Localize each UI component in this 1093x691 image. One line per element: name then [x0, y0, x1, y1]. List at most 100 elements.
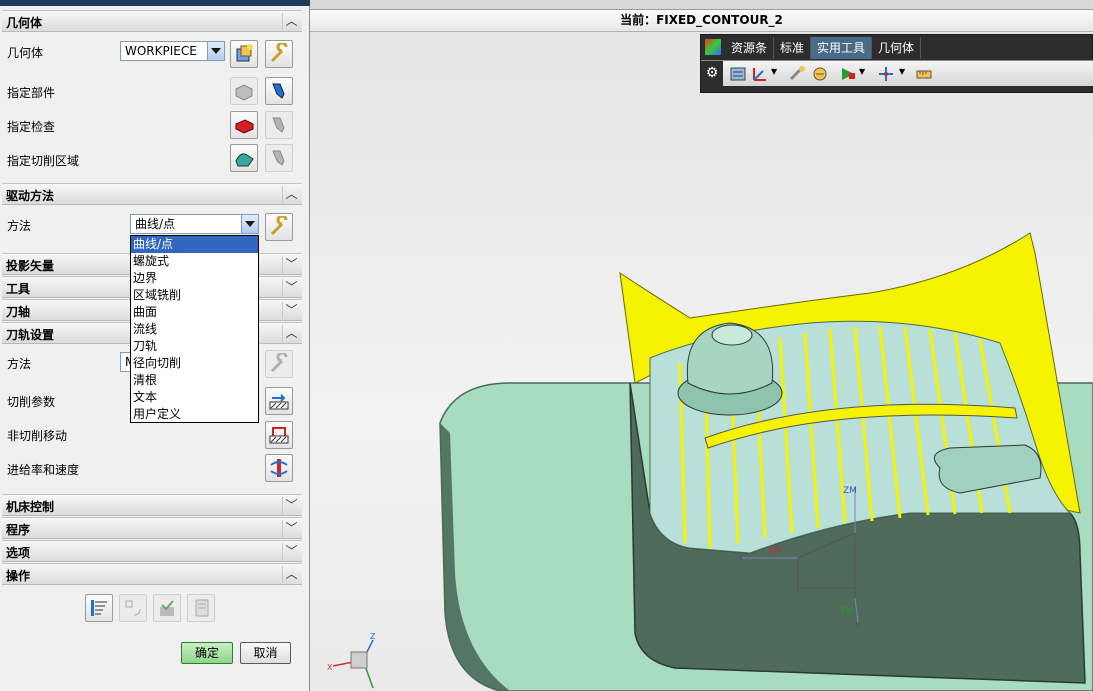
list-icon: [195, 599, 209, 617]
non-cut-moves-label: 非切削移动: [7, 429, 68, 443]
drive-method-option[interactable]: 螺旋式: [131, 253, 258, 270]
chevron-up-icon[interactable]: ︿: [282, 186, 300, 203]
xm-axis-label: XM: [768, 546, 782, 556]
drive-method-option[interactable]: 刀轨: [131, 338, 258, 355]
display-cut-area-button[interactable]: [265, 144, 293, 172]
cut-params-button[interactable]: [265, 387, 293, 415]
chevron-down-icon[interactable]: ▼: [771, 67, 777, 76]
section-machine-control[interactable]: 机床控制 ﹀: [2, 494, 302, 516]
specify-cut-area-button[interactable]: [230, 144, 258, 172]
measure-icon[interactable]: [789, 65, 807, 83]
feeds-speeds-label: 进给率和速度: [7, 463, 80, 477]
chevron-down-icon[interactable]: ﹀: [282, 543, 300, 560]
cut-area-icon: [235, 153, 254, 167]
ym-axis-label: YM: [839, 606, 853, 616]
drive-method-option[interactable]: 清根: [131, 372, 258, 389]
cancel-button[interactable]: 取消: [240, 642, 291, 664]
section-tool-axis-label: 刀轴: [6, 305, 31, 319]
geometry-select-value: WORKPIECE: [125, 44, 197, 58]
chevron-down-icon[interactable]: ﹀: [282, 520, 300, 537]
tab-standard[interactable]: 标准: [774, 37, 812, 59]
edit-drive-method-button[interactable]: [265, 213, 293, 241]
drive-method-option[interactable]: 曲面: [131, 304, 258, 321]
chevron-up-icon[interactable]: ︿: [282, 13, 300, 30]
part-icon: [235, 84, 253, 101]
wrench-icon: [270, 43, 288, 63]
generate-button[interactable]: [85, 594, 113, 622]
section-actions[interactable]: 操作 ︿: [2, 563, 302, 585]
section-drive-method[interactable]: 驱动方法 ︿: [2, 183, 302, 205]
specify-check-button[interactable]: [230, 111, 258, 139]
section-geometry[interactable]: 几何体 ︿: [2, 10, 302, 32]
wcs-icon[interactable]: [751, 65, 769, 83]
part-model-view[interactable]: ZM XM X YM Y: [310, 93, 1093, 691]
drive-method-option[interactable]: 流线: [131, 321, 258, 338]
section-program[interactable]: 程序 ﹀: [2, 517, 302, 539]
display-check-button[interactable]: [265, 111, 293, 139]
floating-toolbar: 资源条 标准 实用工具 几何体 ⚙ ▼ ▼ ▼: [700, 34, 1093, 93]
feeds-speeds-icon: [270, 459, 288, 477]
drive-method-option[interactable]: 文本: [131, 389, 258, 406]
chevron-up-icon[interactable]: ︿: [282, 566, 300, 583]
non-cut-moves-button[interactable]: [265, 421, 293, 449]
chevron-down-icon[interactable]: ﹀: [282, 302, 300, 319]
drive-method-option[interactable]: 区域铣削: [131, 287, 258, 304]
ruler-icon[interactable]: [915, 65, 933, 83]
dialog-titlebar[interactable]: [0, 0, 310, 6]
non-cut-moves-icon: [269, 427, 289, 444]
ok-button[interactable]: 确定: [181, 642, 233, 664]
chevron-up-icon[interactable]: ︿: [282, 325, 300, 342]
drive-method-select[interactable]: 曲线/点: [130, 214, 259, 234]
drive-method-label: 方法: [7, 219, 32, 233]
specify-part-button[interactable]: [230, 77, 258, 105]
tab-utilities[interactable]: 实用工具: [811, 37, 873, 59]
analysis-icon[interactable]: [811, 65, 829, 83]
verify-button[interactable]: [153, 594, 181, 622]
section-options-label: 选项: [6, 546, 31, 560]
chevron-down-icon[interactable]: ﹀: [282, 279, 300, 296]
drive-method-option[interactable]: 边界: [131, 270, 258, 287]
section-path-settings-label: 刀轨设置: [6, 328, 55, 342]
chevron-down-icon[interactable]: ﹀: [282, 497, 300, 514]
app-logo-icon: [705, 39, 721, 55]
drive-method-option[interactable]: 径向切削: [131, 355, 258, 372]
new-geometry-button[interactable]: [230, 40, 258, 68]
feeds-speeds-button[interactable]: [265, 454, 293, 482]
gear-icon[interactable]: ⚙: [701, 61, 723, 86]
flashlight-icon: [272, 150, 285, 166]
chevron-down-icon[interactable]: ▼: [899, 67, 905, 76]
tab-geometry[interactable]: 几何体: [872, 37, 922, 59]
generate-icon: [91, 600, 107, 616]
tab-resource-bar[interactable]: 资源条: [725, 37, 775, 59]
edit-path-method-button[interactable]: [265, 350, 293, 378]
list-button[interactable]: [187, 594, 215, 622]
chevron-down-icon[interactable]: ﹀: [282, 256, 300, 273]
play-icon[interactable]: [839, 65, 857, 83]
drive-method-option[interactable]: 用户定义: [131, 406, 258, 423]
verify-icon: [160, 600, 174, 616]
new-geometry-icon: [236, 44, 253, 62]
graphics-viewport[interactable]: 当前：FIXED_CONTOUR_2 资源条 标准 实用工具 几何体 ⚙ ▼ ▼…: [310, 0, 1093, 691]
toolbar-tabs: 资源条 标准 实用工具 几何体: [725, 37, 922, 59]
toolbar-icon-row: ⚙ ▼ ▼ ▼: [701, 60, 1093, 86]
replay-button[interactable]: [119, 594, 147, 622]
flashlight-icon: [272, 83, 285, 99]
section-actions-label: 操作: [6, 569, 31, 583]
layer-icon[interactable]: [729, 65, 747, 83]
geometry-select[interactable]: WORKPIECE: [120, 41, 225, 61]
replay-icon: [125, 600, 141, 616]
display-part-button[interactable]: [265, 77, 293, 105]
geometry-label: 几何体: [7, 46, 44, 60]
section-tool-label: 工具: [6, 282, 31, 296]
chevron-down-icon[interactable]: ▼: [859, 67, 865, 76]
check-geometry-icon: [235, 119, 254, 134]
dropdown-arrow-icon[interactable]: [207, 42, 224, 60]
drive-method-option[interactable]: 曲线/点: [131, 236, 258, 253]
dropdown-arrow-icon[interactable]: [241, 215, 258, 233]
triad-z-label: Z: [370, 632, 376, 641]
edit-geometry-button[interactable]: [265, 40, 293, 68]
wrench-icon: [270, 353, 288, 373]
axis-icon[interactable]: [877, 65, 895, 83]
section-geometry-label: 几何体: [6, 16, 43, 30]
section-options[interactable]: 选项 ﹀: [2, 540, 302, 562]
